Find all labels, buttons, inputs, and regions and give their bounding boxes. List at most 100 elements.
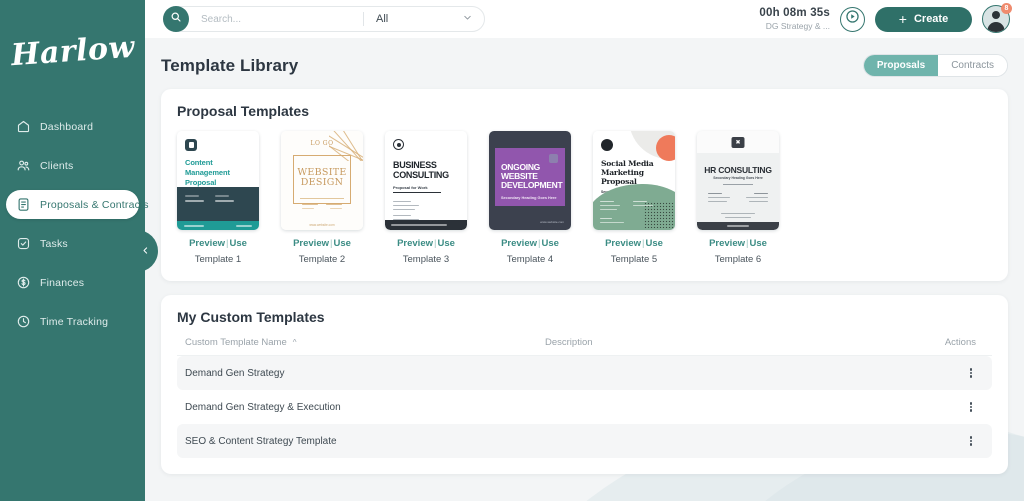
template-cell: BUSINESS CONSULTING Proposal for Work: [385, 131, 467, 265]
search-icon: [170, 10, 182, 28]
preview-link[interactable]: Preview: [605, 238, 641, 249]
template-thumbnail-3[interactable]: BUSINESS CONSULTING Proposal for Work: [385, 131, 467, 230]
table-row[interactable]: Demand Gen Strategy: [177, 356, 992, 390]
brand-logo[interactable]: Harlow: [0, 0, 145, 96]
template-links: Preview|Use: [697, 238, 779, 249]
notification-badge[interactable]: 8: [1001, 3, 1012, 14]
template-name: Template 5: [593, 254, 675, 265]
sidebar-item-label: Clients: [40, 160, 74, 172]
template-thumbnail-5[interactable]: Social Media Marketing Proposal Secondar…: [593, 131, 675, 230]
tab-contracts[interactable]: Contracts: [938, 55, 1007, 76]
use-link[interactable]: Use: [541, 238, 558, 249]
custom-templates-title: My Custom Templates: [177, 309, 992, 325]
proposals-contracts-toggle: Proposals Contracts: [863, 54, 1008, 77]
thumb-eyebrow: Secondary Heading Goes Here: [501, 196, 557, 200]
sidebar-item-label: Time Tracking: [40, 316, 108, 328]
template-name: Template 1: [177, 254, 259, 265]
sidebar-item-finances[interactable]: Finances: [6, 268, 139, 297]
thumb-footer-text: www.website.com: [281, 223, 363, 227]
search-category-value: All: [376, 13, 388, 25]
sidebar-item-label: Tasks: [40, 238, 68, 250]
thumb-band: [177, 187, 259, 221]
tab-proposals[interactable]: Proposals: [864, 55, 938, 76]
create-button[interactable]: + Create: [875, 7, 972, 32]
timer-play-button[interactable]: [840, 7, 865, 32]
template-name: Template 2: [281, 254, 363, 265]
preview-link[interactable]: Preview: [501, 238, 537, 249]
search-category-select[interactable]: All: [364, 12, 484, 26]
use-link[interactable]: Use: [645, 238, 662, 249]
thumb-logo: LO GO: [310, 141, 333, 147]
template-name: Template 6: [697, 254, 779, 265]
search-input[interactable]: [189, 14, 363, 25]
template-cell: ONGOING WEBSITE DEVELOPMENT Secondary He…: [489, 131, 571, 265]
sidebar-item-label: Dashboard: [40, 121, 93, 133]
thumb-title: Content Management Proposal: [185, 158, 251, 188]
template-thumbnail-1[interactable]: Content Management Proposal: [177, 131, 259, 230]
sidebar-item-proposals-contracts[interactable]: Proposals & Contracts: [6, 190, 139, 219]
preview-link[interactable]: Preview: [293, 238, 329, 249]
home-icon: [16, 119, 31, 134]
users-icon: [16, 158, 31, 173]
sidebar: Harlow Dashboard Clients Proposals & Con…: [0, 0, 145, 501]
template-cell: HR CONSULTING Secondary Heading Goes Her…: [697, 131, 779, 265]
template-links: Preview|Use: [281, 238, 363, 249]
sidebar-item-label: Finances: [40, 277, 84, 289]
thumb-footer-band: [697, 222, 779, 230]
use-link[interactable]: Use: [749, 238, 766, 249]
template-links: Preview|Use: [177, 238, 259, 249]
thumb-panel: ONGOING WEBSITE DEVELOPMENT Secondary He…: [495, 148, 565, 206]
use-link[interactable]: Use: [229, 238, 246, 249]
sidebar-item-label: Proposals & Contracts: [40, 199, 149, 211]
create-button-label: Create: [914, 13, 948, 25]
use-link[interactable]: Use: [437, 238, 454, 249]
thumb-logo-icon: [393, 139, 404, 150]
kebab-menu-icon[interactable]: [914, 401, 984, 413]
search-bar: All: [163, 6, 485, 32]
check-square-icon: [16, 236, 31, 251]
row-name: Demand Gen Strategy & Execution: [185, 402, 545, 413]
thumb-art: LO GO WEBSITE DESIGN www.website.com: [281, 131, 363, 230]
template-name: Template 4: [489, 254, 571, 265]
sidebar-item-dashboard[interactable]: Dashboard: [6, 112, 139, 141]
template-thumbnail-4[interactable]: ONGOING WEBSITE DEVELOPMENT Secondary He…: [489, 131, 571, 230]
preview-link[interactable]: Preview: [397, 238, 433, 249]
play-circle-icon: [843, 7, 862, 31]
user-avatar-button[interactable]: 8: [982, 5, 1010, 33]
proposal-templates-card: Proposal Templates Content Management Pr…: [161, 89, 1008, 281]
custom-templates-card: My Custom Templates Custom Template Name…: [161, 295, 1008, 474]
sidebar-item-time-tracking[interactable]: Time Tracking: [6, 307, 139, 336]
column-header-name[interactable]: Custom Template Name ^: [185, 337, 545, 348]
search-button[interactable]: [163, 6, 189, 32]
kebab-menu-icon[interactable]: [914, 435, 984, 447]
brand-name: Harlow: [10, 29, 136, 73]
template-thumbnail-6[interactable]: HR CONSULTING Secondary Heading Goes Her…: [697, 131, 779, 230]
active-timer: 00h 08m 35s DG Strategy & ...: [759, 6, 830, 32]
kebab-menu-icon[interactable]: [914, 367, 984, 379]
thumb-rule: [393, 192, 441, 193]
table-row[interactable]: Demand Gen Strategy & Execution: [177, 390, 992, 424]
thumb-eyebrow: Secondary Heading Goes Here: [697, 176, 779, 180]
column-header-description: Description: [545, 337, 914, 348]
thumb-art: BUSINESS CONSULTING Proposal for Work: [385, 131, 467, 230]
row-name: SEO & Content Strategy Template: [185, 436, 545, 447]
sidebar-item-clients[interactable]: Clients: [6, 151, 139, 180]
avatar-head: [992, 11, 1000, 19]
sidebar-item-tasks[interactable]: Tasks: [6, 229, 139, 258]
thumb-logo-icon: [601, 139, 613, 151]
thumb-art: Social Media Marketing Proposal Secondar…: [593, 131, 675, 230]
thumb-title: ONGOING WEBSITE DEVELOPMENT: [501, 163, 559, 190]
use-link[interactable]: Use: [333, 238, 350, 249]
top-bar-right: 00h 08m 35s DG Strategy & ... + Create: [759, 5, 1010, 33]
template-thumbnail-2[interactable]: LO GO WEBSITE DESIGN www.website.com: [281, 131, 363, 230]
preview-link[interactable]: Preview: [709, 238, 745, 249]
template-cell: LO GO WEBSITE DESIGN www.website.com: [281, 131, 363, 265]
thumb-dot-pattern: [644, 202, 674, 228]
table-row[interactable]: SEO & Content Strategy Template: [177, 424, 992, 458]
template-links: Preview|Use: [593, 238, 675, 249]
preview-link[interactable]: Preview: [189, 238, 225, 249]
template-links: Preview|Use: [385, 238, 467, 249]
thumb-title: HR CONSULTING: [697, 165, 779, 175]
thumb-title: WEBSITE DESIGN: [294, 168, 350, 188]
caret-up-icon: ^: [293, 338, 297, 347]
